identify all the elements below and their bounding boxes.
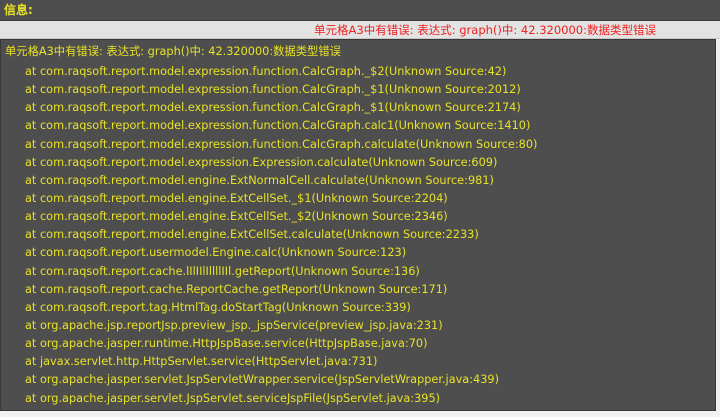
stack-trace-line: at com.raqsoft.report.model.engine.ExtCe… (25, 228, 479, 242)
stack-trace-line: at com.raqsoft.report.model.engine.ExtNo… (25, 173, 494, 187)
stack-trace-line: at org.apache.jasper.servlet.JspServletW… (25, 373, 500, 387)
stack-trace-line: at com.raqsoft.report.usermodel.Engine.c… (25, 246, 407, 260)
info-title: 信息: (4, 3, 33, 17)
error-page: 信息: 单元格A3中有错误: 表达式: graph()中: 42.320000:… (0, 0, 720, 417)
stack-trace-line: at org.apache.jsp.reportJsp.preview_jsp.… (25, 318, 443, 332)
stack-trace-line: at com.raqsoft.report.model.expression.f… (25, 137, 538, 151)
stack-trace-line: at com.raqsoft.report.tag.HtmlTag.doStar… (25, 300, 411, 314)
error-detail-message: 单元格A3中有错误: 表达式: graph()中: 42.320000:数据类型… (5, 45, 341, 58)
error-detail-panel: 单元格A3中有错误: 表达式: graph()中: 42.320000:数据类型… (0, 39, 716, 411)
stack-trace-line: at com.raqsoft.report.model.engine.ExtCe… (25, 191, 448, 205)
stack-trace-line: at com.raqsoft.report.model.engine.ExtCe… (25, 210, 448, 224)
page-bottom-edge (0, 411, 720, 417)
stack-trace-line: at com.raqsoft.report.model.expression.E… (25, 155, 498, 169)
stack-trace-line: at com.raqsoft.report.model.expression.f… (25, 101, 521, 115)
stack-trace-line: at com.raqsoft.report.model.expression.f… (25, 119, 531, 133)
stack-trace-line: at com.raqsoft.report.cache.ReportCache.… (25, 282, 448, 296)
stack-trace-line: at javax.servlet.http.HttpServlet.servic… (25, 355, 378, 369)
error-summary-text: 单元格A3中有错误: 表达式: graph()中: 42.320000:数据类型… (314, 23, 656, 37)
panel-right-edge (716, 39, 720, 411)
stack-trace-line: at org.apache.jasper.servlet.JspServlet.… (25, 391, 441, 405)
error-summary-bar: 单元格A3中有错误: 表达式: graph()中: 42.320000:数据类型… (0, 21, 720, 39)
info-header: 信息: (0, 0, 720, 21)
stack-trace-line: at com.raqsoft.report.model.expression.f… (25, 83, 521, 97)
stack-trace-line: at com.raqsoft.report.model.expression.f… (25, 65, 507, 78)
stack-trace-line: at org.apache.jasper.runtime.HttpJspBase… (25, 337, 428, 351)
stack-trace-line: at com.raqsoft.report.cache.lIlIIlIllllI… (25, 264, 420, 278)
stack-trace-list: at com.raqsoft.report.model.expression.f… (25, 63, 537, 408)
